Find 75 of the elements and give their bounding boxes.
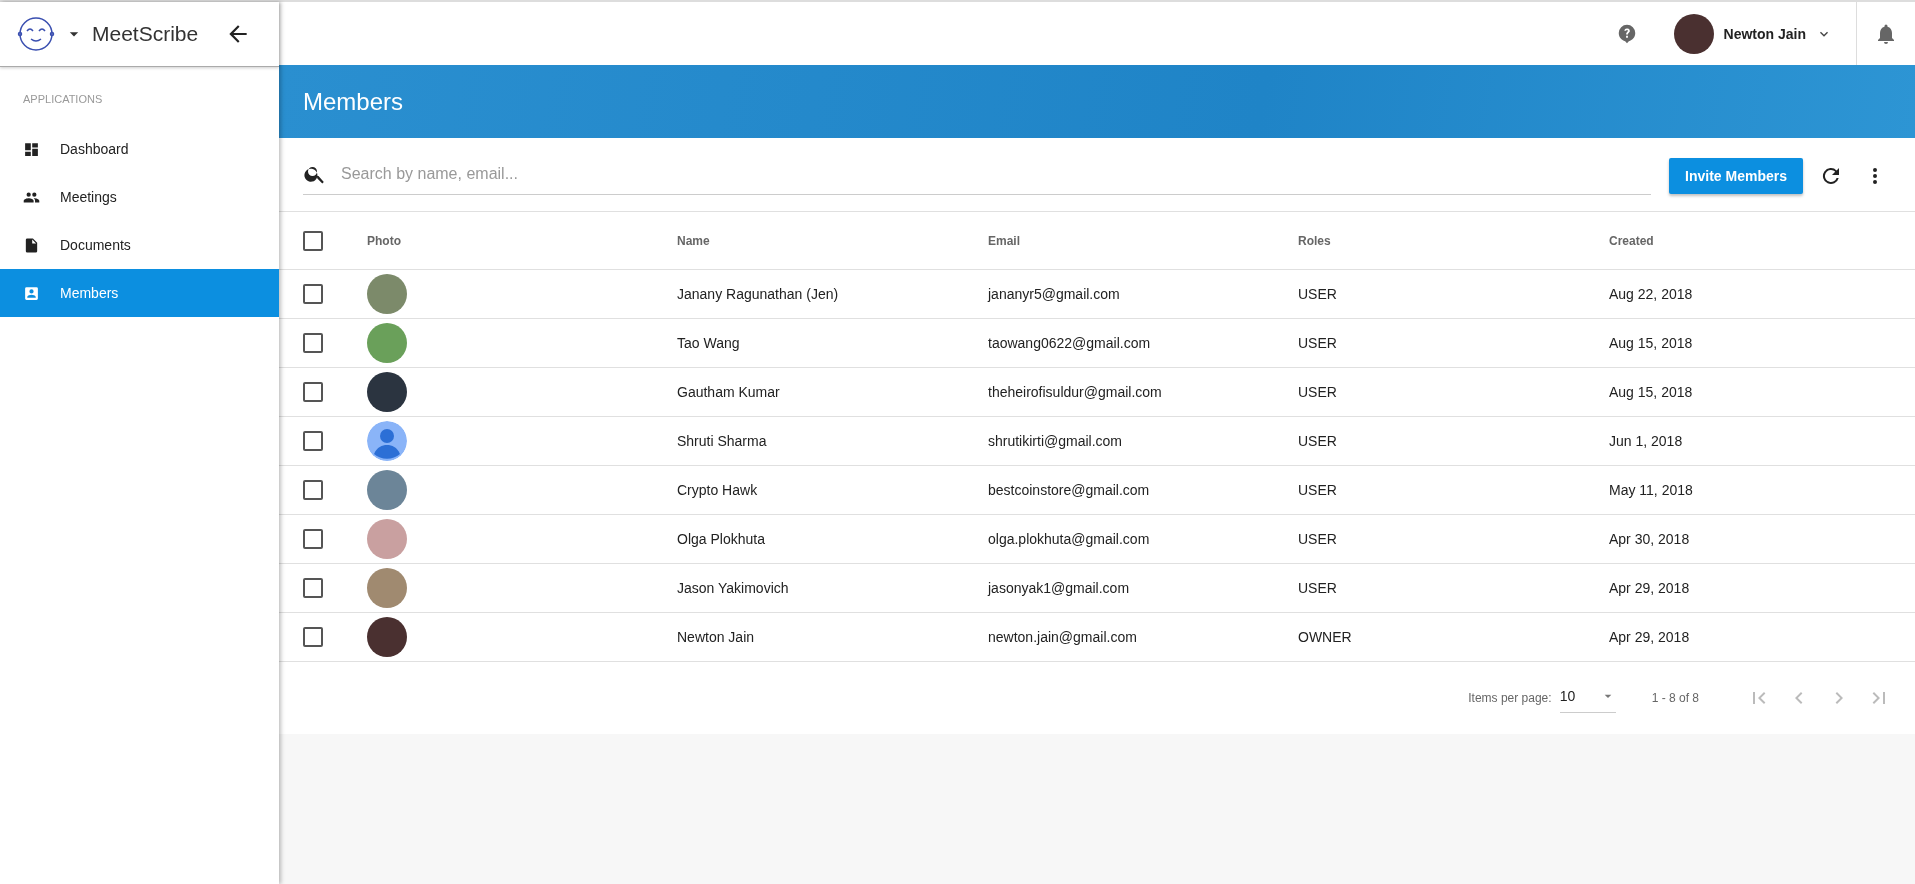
checkbox[interactable] <box>303 333 323 353</box>
table-cell-text: taowang0622@gmail.com <box>988 335 1152 351</box>
table-cell-text: theheirofisuldur@gmail.com <box>988 384 1163 400</box>
table-cell-text: shrutikirti@gmail.com <box>988 433 1123 449</box>
contact-card-icon <box>23 284 40 302</box>
first-page-icon <box>1753 692 1766 704</box>
avatar <box>367 274 407 314</box>
table-cell-text: Olga Plokhuta <box>677 531 766 547</box>
table-cell-text: Crypto Hawk <box>677 482 759 498</box>
checkbox[interactable] <box>303 627 323 647</box>
table-cell-text: USER <box>1298 580 1338 596</box>
table-cell-text: jasonyak1@gmail.com <box>988 580 1131 596</box>
table-cell-text: jananyr5@gmail.com <box>988 286 1121 302</box>
avatar <box>367 372 407 412</box>
app-name: MeetScribe <box>92 22 200 46</box>
avatar <box>367 519 407 559</box>
table-cell-text: Newton Jain <box>677 629 756 645</box>
checkbox[interactable] <box>303 431 323 451</box>
checkbox[interactable] <box>303 529 323 549</box>
table-cell-text: Jason Yakimovich <box>677 580 790 596</box>
table-cell-text: Apr 29, 2018 <box>1609 629 1691 645</box>
column-header: Roles <box>1298 233 1332 248</box>
table-cell-text: Aug 22, 2018 <box>1609 286 1694 302</box>
table-cell-text: Tao Wang <box>677 335 741 351</box>
avatar <box>367 568 407 608</box>
last-page-icon <box>1872 692 1885 704</box>
section-heading: APPLICATIONS <box>22 92 104 107</box>
chevron-left-icon <box>1795 692 1803 704</box>
table-cell-text: Jun 1, 2018 <box>1609 433 1684 449</box>
table-cell-text: olga.plokhuta@gmail.com <box>988 531 1151 547</box>
table-cell-text: Janany Ragunathan (Jen) <box>677 286 840 302</box>
table-cell-text: USER <box>1298 286 1338 302</box>
user-menu[interactable]: Newton Jain <box>1673 13 1832 54</box>
page-size-select[interactable]: 10 <box>1559 683 1616 713</box>
table-cell-text: Aug 15, 2018 <box>1609 335 1694 351</box>
table-cell-text: USER <box>1298 335 1338 351</box>
more-vertical-icon <box>1873 167 1877 184</box>
avatar <box>367 470 407 510</box>
page-range: 1 - 8 of 8 <box>1651 691 1699 705</box>
sidebar-item[interactable]: Documents <box>0 221 279 269</box>
caret-icon <box>1604 694 1611 698</box>
table-cell-text: USER <box>1298 384 1338 400</box>
checkbox[interactable] <box>303 230 323 251</box>
sidebar-item[interactable]: Meetings <box>0 173 279 221</box>
checkbox[interactable] <box>303 578 323 598</box>
document-icon <box>23 236 40 254</box>
table-cell-text: Aug 15, 2018 <box>1609 384 1694 400</box>
chevron-right-icon <box>1835 692 1843 704</box>
column-header: Photo <box>367 233 402 248</box>
items-per-page-label: Items per page: <box>1468 691 1552 705</box>
table-cell-text: newton.jain@gmail.com <box>988 629 1138 645</box>
table-cell-text: May 11, 2018 <box>1609 482 1694 498</box>
table-cell-text: USER <box>1298 531 1338 547</box>
checkbox[interactable] <box>303 284 323 304</box>
table-cell-text: Shruti Sharma <box>677 433 768 449</box>
column-header: Name <box>677 233 711 248</box>
dashboard-icon <box>23 140 40 158</box>
page-title: Members <box>303 87 404 116</box>
avatar <box>1673 13 1714 54</box>
table-cell-text: Apr 30, 2018 <box>1609 531 1691 547</box>
table-cell-text: USER <box>1298 433 1338 449</box>
column-header: Email <box>988 233 1021 248</box>
avatar <box>367 617 407 657</box>
column-header: Created <box>1609 233 1655 248</box>
table-cell-text: OWNER <box>1298 629 1353 645</box>
table-cell-text: USER <box>1298 482 1338 498</box>
checkbox[interactable] <box>303 382 323 402</box>
table-cell-text: Apr 29, 2018 <box>1609 580 1691 596</box>
default-avatar-icon <box>367 421 407 461</box>
table-cell-text: Gautham Kumar <box>677 384 781 400</box>
table-cell-text: bestcoinstore@gmail.com <box>988 482 1151 498</box>
smiley-logo-icon <box>16 14 56 54</box>
sidebar-item[interactable]: Dashboard <box>0 125 279 173</box>
checkbox[interactable] <box>303 480 323 500</box>
avatar <box>367 323 407 363</box>
